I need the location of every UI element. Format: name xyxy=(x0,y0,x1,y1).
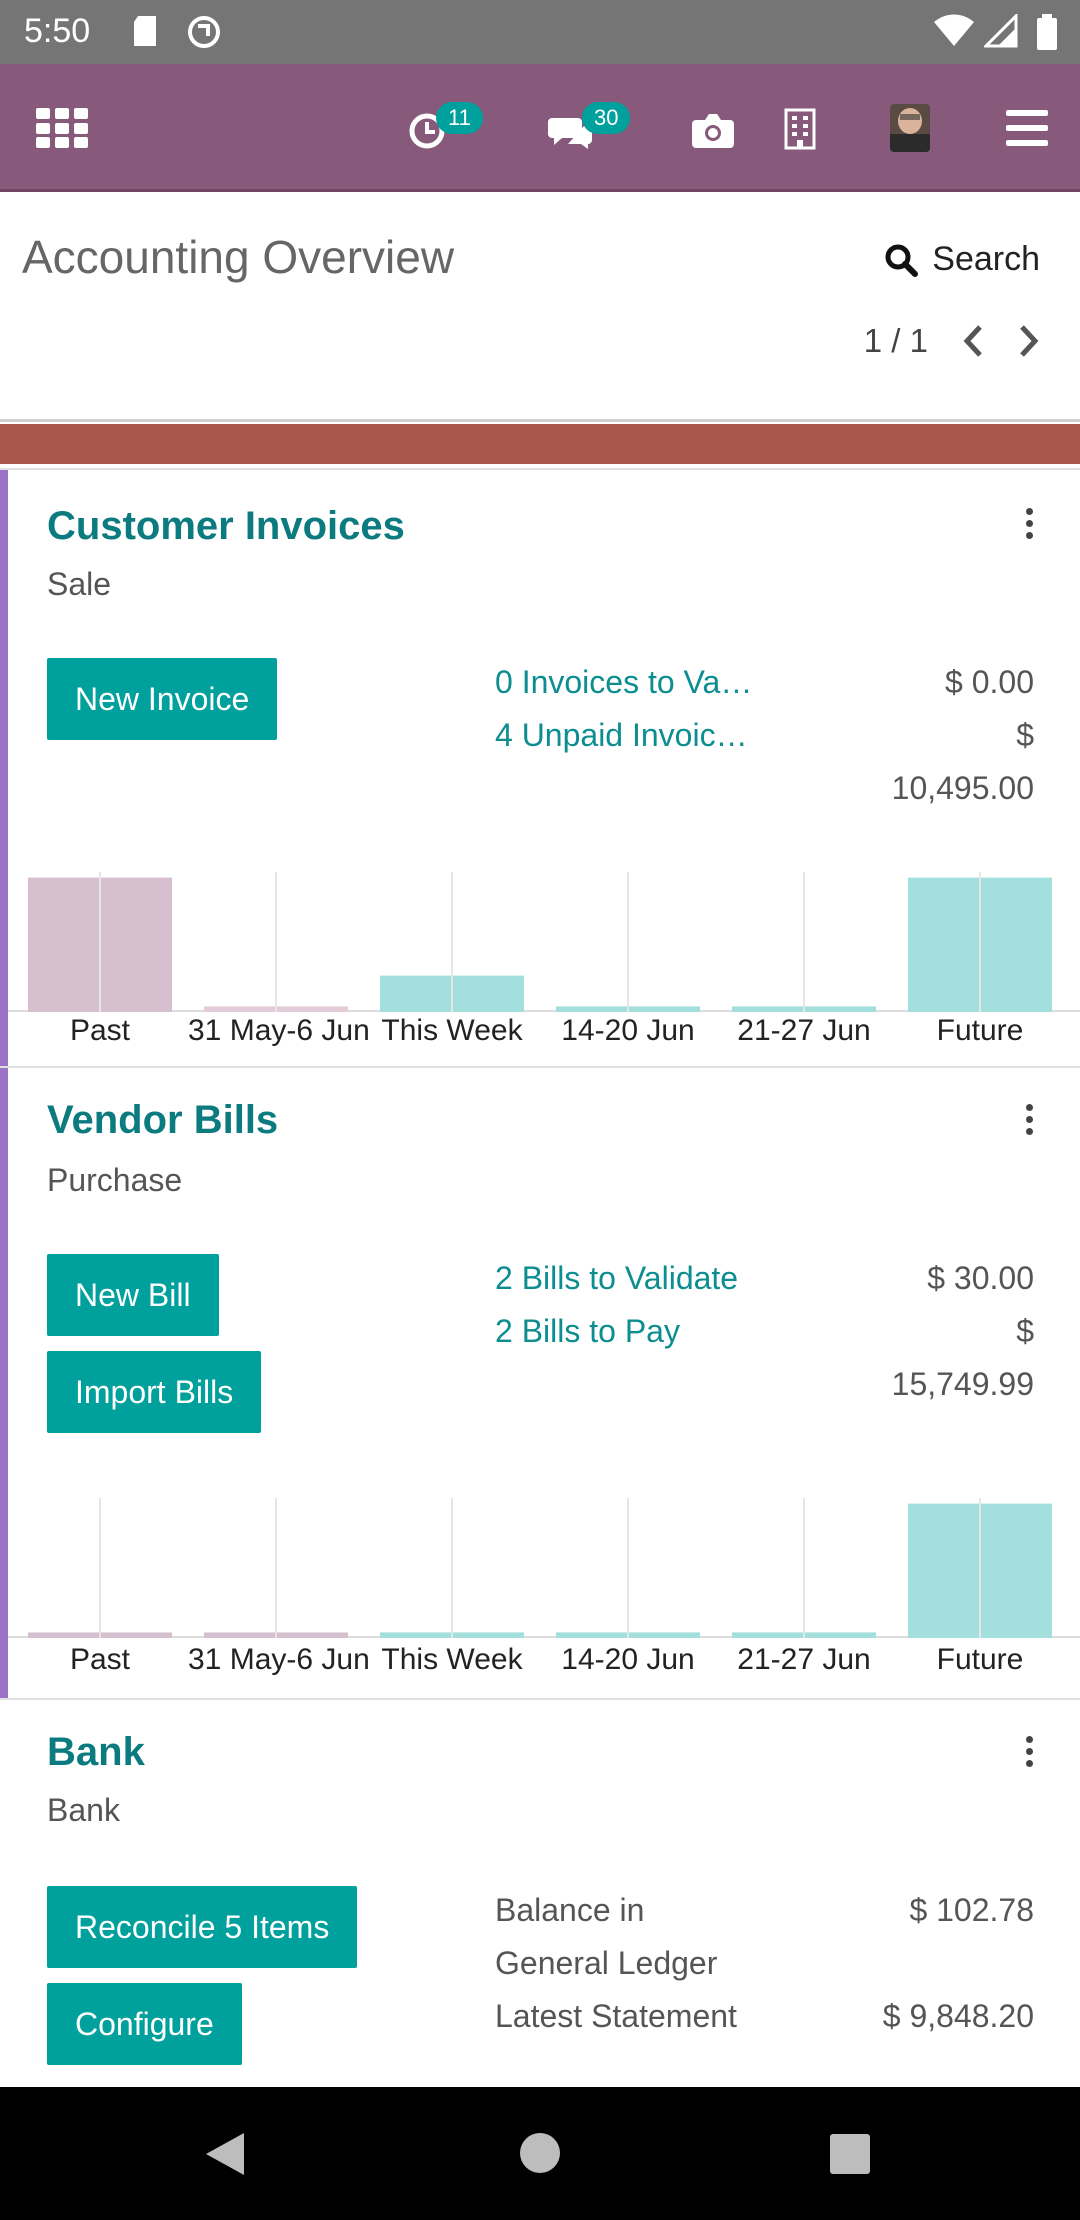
bills-to-pay-link[interactable]: 2 Bills to Pay xyxy=(495,1313,680,1350)
chart-tick-label: 21-27 Jun xyxy=(737,1643,871,1676)
balance-label: Balance in xyxy=(495,1892,645,1928)
journal-card-bank: Bank Bank Reconcile 5 Items Configure Ba… xyxy=(0,1698,1080,2087)
new-bill-button[interactable]: New Bill xyxy=(47,1254,219,1336)
card-menu-icon[interactable] xyxy=(1026,508,1034,544)
chart-tick-label: 31 May-6 Jun xyxy=(188,1014,370,1047)
invoices-to-validate-amount: $ 0.00 xyxy=(945,664,1034,700)
hamburger-menu-icon[interactable] xyxy=(1006,110,1048,146)
bills-chart-labels: Past 31 May-6 Jun This Week 14-20 Jun 21-27 … xyxy=(0,1643,1080,1683)
bills-to-validate-link[interactable]: 2 Bills to Validate xyxy=(495,1260,738,1297)
configure-button[interactable]: Configure xyxy=(47,1983,242,2065)
journal-card-vendor-bills: Vendor Bills Purchase New Bill Import Bi… xyxy=(0,1066,1080,1698)
android-nav-bar xyxy=(0,2087,1080,2220)
search-icon xyxy=(885,244,919,277)
chart-tick-label: Past xyxy=(69,1643,131,1676)
chart-tick-label: This Week xyxy=(381,1643,523,1676)
activity-button[interactable]: 11 xyxy=(408,102,498,164)
app-navbar: 11 30 xyxy=(0,64,1080,192)
bills-to-validate-amount: $ 30.00 xyxy=(927,1260,1034,1296)
kanban-group-header xyxy=(0,424,1080,464)
chevron-right-icon[interactable] xyxy=(1018,324,1040,358)
chart-tick-label: 21-27 Jun xyxy=(737,1014,871,1047)
page-title: Accounting Overview xyxy=(22,231,455,283)
messages-badge: 30 xyxy=(582,102,631,134)
pager: 1 / 1 xyxy=(864,322,1040,360)
status-bar: 5:50 xyxy=(0,0,1080,64)
battery-icon xyxy=(1037,14,1057,50)
back-icon[interactable] xyxy=(204,2131,246,2177)
recents-icon[interactable] xyxy=(829,2133,871,2175)
journal-card-customer-invoices: Customer Invoices Sale New Invoice 0 Inv… xyxy=(0,468,1080,1066)
card-menu-icon[interactable] xyxy=(1026,1736,1034,1772)
messages-button[interactable]: 30 xyxy=(548,102,644,164)
card-subtitle: Purchase xyxy=(47,1162,183,1198)
search-label: Search xyxy=(932,240,1040,278)
reconcile-items-button[interactable]: Reconcile 5 Items xyxy=(47,1886,358,1968)
card-title[interactable]: Bank xyxy=(47,1730,145,1775)
bills-to-pay-currency: $ xyxy=(1016,1313,1034,1349)
company-icon[interactable] xyxy=(784,108,816,150)
latest-statement-amount: $ 9,848.20 xyxy=(882,1998,1034,2034)
bills-chart[interactable] xyxy=(0,1498,1080,1638)
unpaid-invoices-amount: 10,495.00 xyxy=(891,770,1034,806)
balance-amount: $ 102.78 xyxy=(909,1892,1034,1928)
search-button[interactable]: Search xyxy=(884,240,1040,279)
sd-card-icon xyxy=(134,16,156,46)
status-time: 5:50 xyxy=(24,12,91,50)
balance-label-line2: General Ledger xyxy=(495,1945,718,1981)
latest-statement-label: Latest Statement xyxy=(495,1998,737,2034)
home-icon[interactable] xyxy=(519,2132,561,2174)
bills-to-pay-amount: 15,749.99 xyxy=(891,1366,1034,1402)
chart-tick-label: 14-20 Jun xyxy=(561,1014,695,1047)
activity-badge: 11 xyxy=(436,102,483,134)
chart-tick-label: Past xyxy=(69,1014,131,1047)
chart-tick-label: 31 May-6 Jun xyxy=(188,1643,370,1676)
chart-tick-label: 14-20 Jun xyxy=(561,1643,695,1676)
invoices-to-validate-link[interactable]: 0 Invoices to Va… xyxy=(495,664,752,701)
card-subtitle: Bank xyxy=(47,1792,120,1828)
invoices-chart-labels: Past 31 May-6 Jun This Week 14-20 Jun 21-27 … xyxy=(0,1014,1080,1054)
new-invoice-button[interactable]: New Invoice xyxy=(47,658,278,740)
unpaid-invoices-link[interactable]: 4 Unpaid Invoic… xyxy=(495,717,748,754)
pager-value[interactable]: 1 / 1 xyxy=(864,322,928,360)
card-subtitle: Sale xyxy=(47,566,112,602)
avatar[interactable] xyxy=(890,104,930,152)
sync-icon xyxy=(188,16,220,48)
card-menu-icon[interactable] xyxy=(1026,1104,1034,1140)
signal-icon xyxy=(984,14,1018,48)
import-bills-button[interactable]: Import Bills xyxy=(47,1351,262,1433)
unpaid-invoices-currency: $ xyxy=(1016,717,1034,753)
camera-icon[interactable] xyxy=(692,112,734,148)
chart-tick-label: This Week xyxy=(381,1014,523,1047)
chart-tick-label: Future xyxy=(936,1014,1024,1047)
card-title[interactable]: Customer Invoices xyxy=(47,504,405,549)
card-title[interactable]: Vendor Bills xyxy=(47,1098,278,1143)
control-panel: Accounting Overview Search 1 / 1 xyxy=(0,192,1080,422)
chevron-left-icon[interactable] xyxy=(962,324,984,358)
chart-tick-label: Future xyxy=(936,1643,1024,1676)
invoices-chart[interactable] xyxy=(0,872,1080,1012)
apps-menu-icon[interactable] xyxy=(36,108,88,148)
wifi-icon xyxy=(934,14,974,46)
